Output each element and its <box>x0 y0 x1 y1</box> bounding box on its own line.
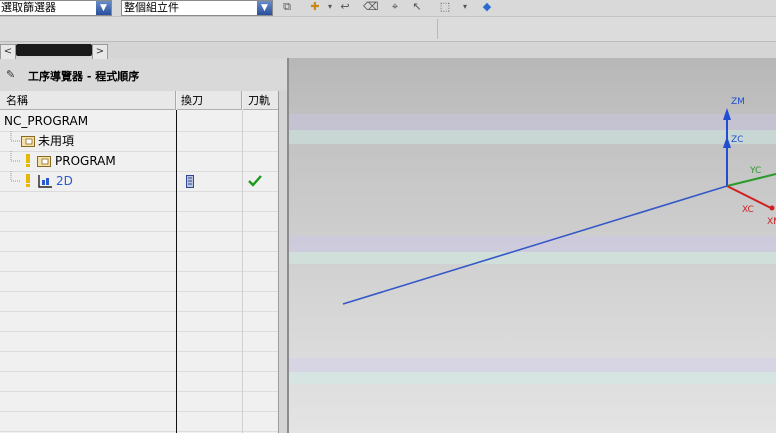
warning-icon <box>26 174 30 187</box>
column-divider[interactable] <box>176 110 177 433</box>
x-axis-endpoint <box>769 205 775 211</box>
chevron-down-icon[interactable]: ▾ <box>323 0 337 14</box>
filter-reset-icon[interactable]: ⧉ <box>280 0 294 14</box>
node-label: 未用項 <box>38 134 75 148</box>
cube-icon[interactable]: ◆ <box>480 0 494 14</box>
selection-filter-select[interactable]: 選取篩選器 ▼ <box>0 0 112 16</box>
navigator-title: 工序導覽器 - 程式順序 <box>28 70 140 83</box>
table-row[interactable]: 2D <box>0 171 278 192</box>
folder-program-icon <box>21 136 35 147</box>
tab-scroll-track[interactable] <box>16 44 92 56</box>
table-row <box>0 211 278 232</box>
chevron-down-icon[interactable]: ▾ <box>458 0 472 14</box>
resource-tabstrip: < > <box>0 42 776 60</box>
undo-icon[interactable]: ↩ <box>338 0 352 14</box>
navigator-header: ✎ 工序導覽器 - 程式順序 <box>0 59 288 90</box>
scope-select[interactable]: 整個組立件 ▼ <box>121 0 273 16</box>
snap-point-icon[interactable]: ✚ <box>308 0 322 14</box>
checkmark-icon <box>248 175 262 187</box>
column-header-name[interactable]: 名稱 <box>0 91 176 110</box>
column-header-toolpath[interactable]: 刀軌 <box>243 91 278 110</box>
zm-label: ZM <box>731 97 745 107</box>
eraser-icon[interactable]: ⌫ <box>363 0 379 14</box>
background-band <box>289 252 776 264</box>
chevron-down-icon[interactable]: ▼ <box>257 1 272 15</box>
table-row <box>0 191 278 212</box>
pointer-icon[interactable]: ↖ <box>410 0 424 14</box>
xc-label: XC <box>742 205 754 215</box>
table-row <box>0 371 278 392</box>
table-row <box>0 391 278 412</box>
chevron-down-icon[interactable]: ▼ <box>96 1 111 15</box>
warning-icon <box>26 154 30 167</box>
table-row <box>0 231 278 252</box>
secondary-toolbar <box>0 17 776 42</box>
node-label: NC_PROGRAM <box>4 114 89 128</box>
graphics-viewport[interactable]: ZM ZC YC XC XM <box>289 58 776 433</box>
column-header-tool-change[interactable]: 換刀 <box>177 91 242 110</box>
table-row <box>0 291 278 312</box>
toolbar-separator <box>437 19 438 39</box>
tool-change-icon <box>186 175 194 188</box>
node-label: 2D <box>56 174 73 188</box>
table-row[interactable]: NC_PROGRAM <box>0 111 278 132</box>
operation-navigator-table: 名稱 換刀 刀軌 NC_PROGRAM 未用項 PROGRAM 2D <box>0 91 278 433</box>
table-row <box>0 311 278 332</box>
table-row <box>0 331 278 352</box>
top-toolbar: 選取篩選器 ▼ 整個組立件 ▼ ⧉ ✚ ▾ ↩ ⌫ ⌖ ↖ ⬚ ▾ ◆ <box>0 0 776 17</box>
tree-connector-icon <box>10 151 20 162</box>
node-label: PROGRAM <box>55 154 116 168</box>
background-band <box>289 372 776 384</box>
crosshair-icon[interactable]: ⌖ <box>388 0 402 14</box>
zc-label: ZC <box>731 135 743 145</box>
xm-label: XM <box>767 217 776 227</box>
box-select-icon[interactable]: ⬚ <box>438 0 452 14</box>
operation-2d-icon <box>38 175 52 188</box>
table-row <box>0 251 278 272</box>
background-band <box>289 114 776 130</box>
background-band <box>289 130 776 144</box>
tree-connector-icon <box>10 171 20 182</box>
table-row <box>0 271 278 292</box>
table-row <box>0 351 278 372</box>
yc-label: YC <box>749 166 761 176</box>
table-row[interactable]: PROGRAM <box>0 151 278 172</box>
folder-program-icon <box>37 156 51 167</box>
scroll-right-button[interactable]: > <box>92 44 108 60</box>
table-row[interactable]: 未用項 <box>0 131 278 152</box>
scroll-left-button[interactable]: < <box>0 44 16 60</box>
background-band <box>289 236 776 252</box>
pin-icon[interactable]: ✎ <box>6 68 15 81</box>
column-divider[interactable] <box>242 110 243 433</box>
table-row <box>0 411 278 432</box>
background-band <box>289 358 776 372</box>
